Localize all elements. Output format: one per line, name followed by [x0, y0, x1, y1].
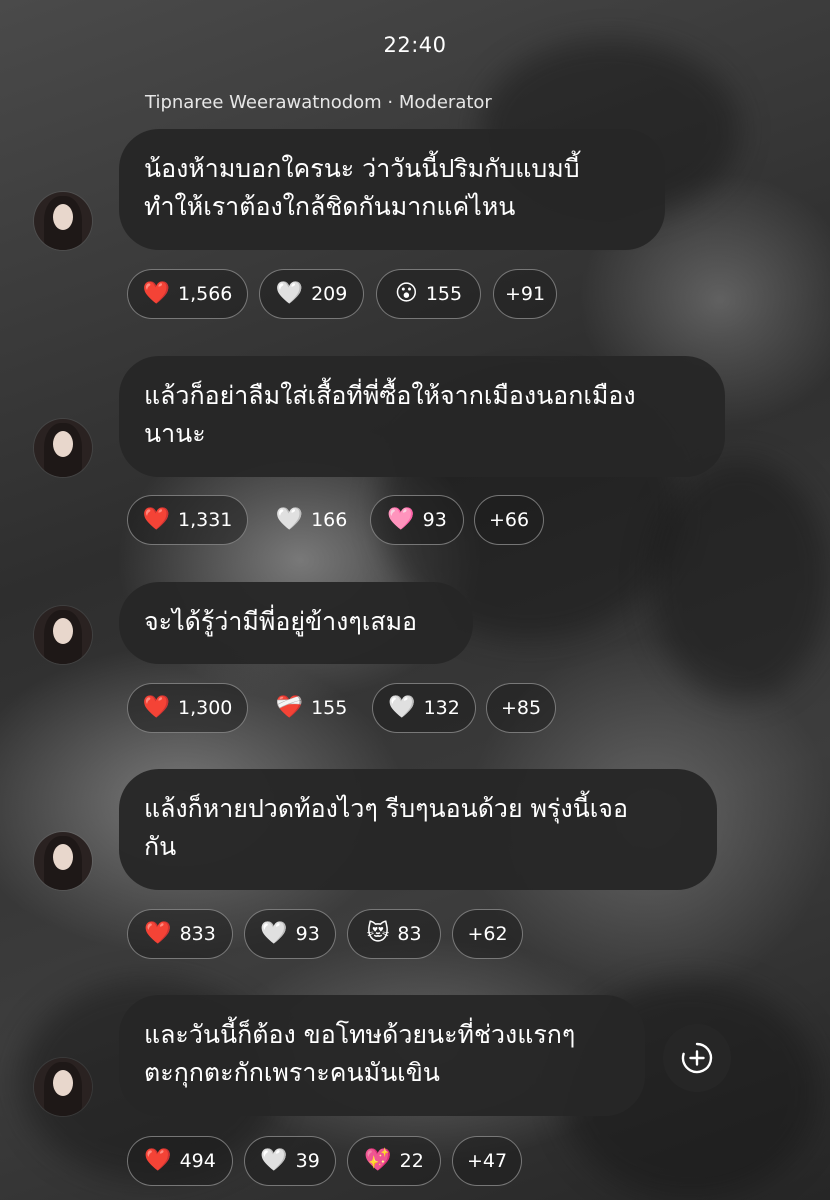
- red-heart-icon: ❤️: [144, 921, 172, 946]
- avatar[interactable]: [34, 419, 92, 477]
- white-heart-icon: 🤍: [275, 507, 304, 532]
- more-reactions-count: +66: [488, 509, 530, 531]
- message-bubble[interactable]: แล้วก็อย่าลืมใส่เสื้อที่พี่ซื้อให้จากเมื…: [119, 356, 725, 477]
- message-line: กัน: [144, 832, 177, 861]
- message-line: แล้วก็อย่าลืมใส่เสื้อที่พี่ซื้อให้จากเมื…: [144, 381, 636, 410]
- reaction-count: 132: [423, 697, 460, 719]
- message-line: ทำให้เราต้องใกล้ชิดกันมากแค่ไหน: [144, 192, 516, 221]
- message-bubble[interactable]: จะได้รู้ว่ามีพี่อยู่ข้างๆเสมอ: [119, 582, 473, 664]
- red-heart-icon: ❤️: [142, 507, 170, 532]
- reaction-pill[interactable]: ❤️ 1,566: [127, 269, 248, 319]
- more-reactions-pill[interactable]: +47: [452, 1136, 522, 1186]
- message-bubble[interactable]: แล้งก็หายปวดท้องไวๆ รีบๆนอนด้วย พรุ่งนี้…: [119, 769, 717, 890]
- reaction-pill[interactable]: 😻 83: [347, 909, 441, 959]
- reaction-count: 22: [399, 1150, 424, 1172]
- message-line: น้องห้ามบอกใครนะ ว่าวันนี้ปริมกับแบมบี้: [144, 154, 580, 183]
- more-reactions-count: +62: [467, 923, 508, 945]
- reaction-pill[interactable]: ❤️ 494: [127, 1136, 233, 1186]
- more-reactions-pill[interactable]: +66: [474, 495, 544, 545]
- message-line: นานะ: [144, 419, 206, 448]
- reaction-pill[interactable]: 🤍 39: [244, 1136, 336, 1186]
- message-bubble[interactable]: น้องห้ามบอกใครนะ ว่าวันนี้ปริมกับแบมบี้ …: [119, 129, 665, 250]
- reaction-count: 155: [425, 283, 463, 305]
- reaction-count: 166: [311, 509, 348, 531]
- reaction-pill[interactable]: 🤍 93: [244, 909, 336, 959]
- status-time: 22:40: [383, 33, 447, 57]
- reaction-count: 155: [311, 697, 348, 719]
- reaction-pill[interactable]: 🤍 166: [259, 495, 364, 545]
- reaction-pill[interactable]: ❤️ 1,331: [127, 495, 248, 545]
- surprised-face-icon: 😮: [394, 281, 418, 306]
- reaction-count: 93: [295, 923, 320, 945]
- more-reactions-count: +47: [466, 1150, 508, 1172]
- more-reactions-pill[interactable]: +62: [452, 909, 523, 959]
- reaction-count: 833: [179, 923, 216, 945]
- message-line: แล้งก็หายปวดท้องไวๆ รีบๆนอนด้วย พรุ่งนี้…: [144, 794, 628, 823]
- more-reactions-count: +85: [500, 697, 542, 719]
- reaction-pill[interactable]: 😮 155: [376, 269, 481, 319]
- more-reactions-count: +91: [504, 283, 546, 305]
- avatar[interactable]: [34, 832, 92, 890]
- more-reactions-pill[interactable]: +85: [486, 683, 556, 733]
- author-label: Tipnaree Weerawatnodom · Moderator: [145, 92, 492, 113]
- message-line: จะได้รู้ว่ามีพี่อยู่ข้างๆเสมอ: [144, 607, 418, 636]
- white-heart-icon: 🤍: [275, 281, 304, 306]
- reaction-count: 1,300: [178, 697, 233, 719]
- message-bubble[interactable]: และวันนี้ก็ต้อง ขอโทษด้วยนะที่ช่วงแรกๆ ต…: [119, 995, 645, 1116]
- avatar[interactable]: [34, 192, 92, 250]
- reaction-pill[interactable]: 💖 22: [347, 1136, 441, 1186]
- white-heart-icon: 🤍: [388, 695, 416, 720]
- white-heart-icon: 🤍: [260, 921, 288, 946]
- heart-eyes-cat-icon: 😻: [366, 921, 390, 946]
- avatar[interactable]: [34, 606, 92, 664]
- avatar[interactable]: [34, 1058, 92, 1116]
- reaction-pill[interactable]: ❤️ 833: [127, 909, 233, 959]
- reaction-count: 1,566: [178, 283, 233, 305]
- reaction-count: 83: [397, 923, 422, 945]
- reaction-count: 494: [179, 1150, 216, 1172]
- add-reaction-button[interactable]: [663, 1024, 731, 1092]
- add-circle-icon: [681, 1042, 713, 1074]
- reaction-pill[interactable]: ❤️‍🩹 155: [259, 683, 364, 733]
- sparkling-heart-icon: 💖: [364, 1148, 392, 1173]
- pink-heart-icon: 🩷: [387, 507, 415, 532]
- message-line: และวันนี้ก็ต้อง ขอโทษด้วยนะที่ช่วงแรกๆ: [144, 1020, 576, 1049]
- red-heart-icon: ❤️: [142, 695, 170, 720]
- reaction-count: 1,331: [178, 509, 233, 531]
- red-heart-icon: ❤️: [142, 281, 170, 306]
- reaction-count: 209: [311, 283, 348, 305]
- reaction-pill[interactable]: 🤍 132: [372, 683, 476, 733]
- reaction-pill[interactable]: 🤍 209: [259, 269, 364, 319]
- message-line: ตะกุกตะกักเพราะคนมันเขิน: [144, 1058, 440, 1087]
- white-heart-icon: 🤍: [260, 1148, 288, 1173]
- red-heart-icon: ❤️: [144, 1148, 172, 1173]
- reaction-count: 93: [422, 509, 447, 531]
- mending-heart-icon: ❤️‍🩹: [275, 695, 304, 720]
- reaction-count: 39: [295, 1150, 320, 1172]
- reaction-pill[interactable]: 🩷 93: [370, 495, 464, 545]
- more-reactions-pill[interactable]: +91: [493, 269, 557, 319]
- reaction-pill[interactable]: ❤️ 1,300: [127, 683, 248, 733]
